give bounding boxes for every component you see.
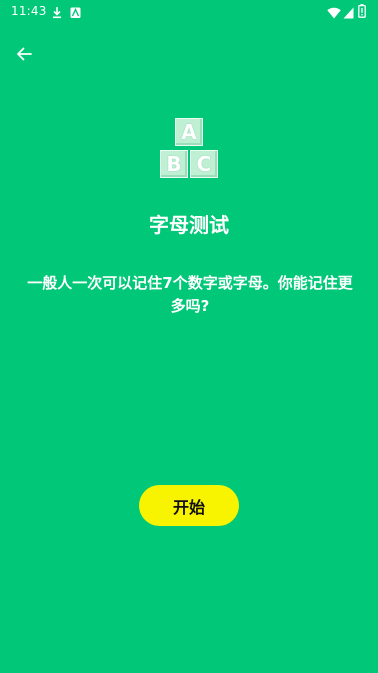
page-title: 字母测试 bbox=[149, 213, 229, 237]
start-button[interactable]: 开始 bbox=[139, 485, 239, 526]
notification-icon bbox=[70, 4, 81, 23]
block-a: A bbox=[175, 118, 203, 146]
signal-icon bbox=[343, 4, 354, 23]
status-bar: 11:43 bbox=[0, 0, 378, 22]
back-button[interactable] bbox=[12, 43, 36, 65]
battery-icon bbox=[358, 3, 366, 22]
status-time: 11:43 bbox=[11, 4, 47, 18]
block-b: B bbox=[160, 150, 188, 178]
arrow-left-icon bbox=[16, 47, 32, 61]
block-c: C bbox=[190, 150, 218, 178]
abc-blocks-icon: A B C bbox=[160, 118, 218, 180]
download-icon bbox=[51, 4, 63, 23]
wifi-icon bbox=[327, 4, 341, 23]
test-description: 一般人一次可以记住7个数字或字母。你能记住更多吗? bbox=[27, 274, 353, 315]
